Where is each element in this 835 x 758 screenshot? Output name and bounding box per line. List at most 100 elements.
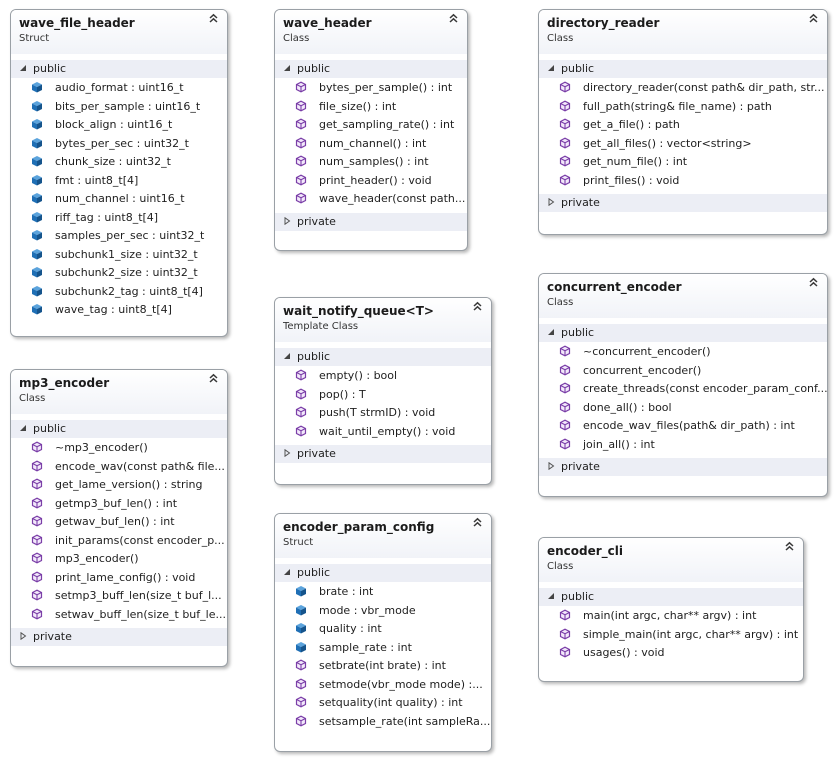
section-public[interactable]: public (539, 588, 803, 606)
class-box-encoder-cli[interactable]: encoder_cli Class public main(int argc, cha… (538, 537, 804, 682)
class-header[interactable]: wait_notify_queue<T> Template Class (275, 298, 491, 342)
class-box-mp3-encoder[interactable]: mp3_encoder Class public ~mp3_encoder() enco… (10, 369, 228, 667)
member-row[interactable]: wave_header(const path... (275, 190, 467, 209)
member-row[interactable]: ~mp3_encoder() (11, 439, 227, 458)
class-header[interactable]: mp3_encoder Class (11, 370, 227, 414)
member-row[interactable]: print_lame_config() : void (11, 569, 227, 588)
member-row[interactable]: fmt : uint8_t[4] (11, 172, 227, 191)
member-row[interactable]: get_a_file() : path (539, 116, 827, 135)
member-row[interactable]: brate : int (275, 583, 491, 602)
triangle-expanded-icon[interactable] (547, 61, 561, 79)
member-row[interactable]: directory_reader(const path& dir_path, s… (539, 79, 827, 98)
member-row[interactable]: bits_per_sample : uint16_t (11, 98, 227, 117)
collapse-icon[interactable] (784, 541, 795, 554)
member-row[interactable]: subchunk1_size : uint32_t (11, 246, 227, 265)
member-row[interactable]: wave_tag : uint8_t[4] (11, 301, 227, 320)
member-row[interactable]: sample_rate : int (275, 639, 491, 658)
member-row[interactable]: setwav_buff_len(size_t buf_le... (11, 606, 227, 625)
class-box-concurrent-encoder[interactable]: concurrent_encoder Class public ~concurrent… (538, 273, 828, 497)
member-row[interactable]: block_align : uint16_t (11, 116, 227, 135)
section-public[interactable]: public (539, 60, 827, 78)
section-private[interactable]: private (275, 445, 491, 463)
member-row[interactable]: setsample_rate(int sampleRa... (275, 713, 491, 732)
triangle-expanded-icon[interactable] (283, 349, 297, 367)
triangle-collapsed-icon[interactable] (19, 629, 33, 647)
member-row[interactable]: get_lame_version() : string (11, 476, 227, 495)
class-header[interactable]: encoder_cli Class (539, 538, 803, 582)
class-header[interactable]: wave_header Class (275, 10, 467, 54)
class-box-encoder-param-config[interactable]: encoder_param_config Struct public brate : … (274, 513, 492, 752)
member-row[interactable]: setbrate(int brate) : int (275, 657, 491, 676)
member-row[interactable]: file_size() : int (275, 98, 467, 117)
member-row[interactable]: quality : int (275, 620, 491, 639)
section-public[interactable]: public (275, 60, 467, 78)
triangle-expanded-icon[interactable] (547, 589, 561, 607)
triangle-expanded-icon[interactable] (547, 325, 561, 343)
class-box-wave-header[interactable]: wave_header Class public bytes_per_sample()… (274, 9, 468, 251)
member-row[interactable]: num_channel : uint16_t (11, 190, 227, 209)
member-row[interactable]: setmode(vbr_mode mode) :... (275, 676, 491, 695)
member-row[interactable]: full_path(string& file_name) : path (539, 98, 827, 117)
member-row[interactable]: print_files() : void (539, 172, 827, 191)
section-private[interactable]: private (275, 212, 467, 232)
member-row[interactable]: pop() : T (275, 386, 491, 405)
triangle-expanded-icon[interactable] (19, 61, 33, 79)
section-public[interactable]: public (275, 348, 491, 366)
member-row[interactable]: getwav_buf_len() : int (11, 513, 227, 532)
member-row[interactable]: init_params(const encoder_p... (11, 532, 227, 551)
collapse-icon[interactable] (808, 13, 819, 26)
member-row[interactable]: create_threads(const encoder_param_conf.… (539, 380, 827, 399)
member-row[interactable]: chunk_size : uint32_t (11, 153, 227, 172)
member-row[interactable]: empty() : bool (275, 367, 491, 386)
section-public[interactable]: public (275, 564, 491, 582)
member-row[interactable]: encode_wav(const path& file... (11, 458, 227, 477)
member-row[interactable]: mp3_encoder() (11, 550, 227, 569)
member-row[interactable]: num_samples() : int (275, 153, 467, 172)
triangle-collapsed-icon[interactable] (547, 195, 561, 213)
member-row[interactable]: bytes_per_sec : uint32_t (11, 135, 227, 154)
member-row[interactable]: get_num_file() : int (539, 153, 827, 172)
section-private[interactable]: private (539, 194, 827, 212)
class-header[interactable]: wave_file_header Struct (11, 10, 227, 54)
member-row[interactable]: done_all() : bool (539, 399, 827, 418)
class-box-wait-notify-queue[interactable]: wait_notify_queue<T> Template Class public… (274, 297, 492, 485)
member-row[interactable]: wait_until_empty() : void (275, 423, 491, 442)
member-row[interactable]: encode_wav_files(path& dir_path) : int (539, 417, 827, 436)
member-row[interactable]: mode : vbr_mode (275, 602, 491, 621)
member-row[interactable]: ~concurrent_encoder() (539, 343, 827, 362)
class-box-wave-file-header[interactable]: wave_file_header Struct public audio_format… (10, 9, 228, 337)
member-row[interactable]: getmp3_buf_len() : int (11, 495, 227, 514)
member-row[interactable]: simple_main(int argc, char** argv) : int (539, 626, 803, 645)
section-public[interactable]: public (11, 60, 227, 78)
section-private[interactable]: private (11, 628, 227, 646)
member-row[interactable]: push(T strmID) : void (275, 404, 491, 423)
member-row[interactable]: setquality(int quality) : int (275, 694, 491, 713)
member-row[interactable]: concurrent_encoder() (539, 362, 827, 381)
section-public[interactable]: public (11, 420, 227, 438)
class-header[interactable]: encoder_param_config Struct (275, 514, 491, 558)
member-row[interactable]: get_all_files() : vector<string> (539, 135, 827, 154)
triangle-collapsed-icon[interactable] (283, 446, 297, 464)
member-row[interactable]: samples_per_sec : uint32_t (11, 227, 227, 246)
triangle-collapsed-icon[interactable] (283, 214, 297, 232)
member-row[interactable]: subchunk2_tag : uint8_t[4] (11, 283, 227, 302)
member-row[interactable]: audio_format : uint16_t (11, 79, 227, 98)
member-row[interactable]: num_channel() : int (275, 135, 467, 154)
collapse-icon[interactable] (448, 13, 459, 26)
collapse-icon[interactable] (208, 13, 219, 26)
triangle-expanded-icon[interactable] (19, 421, 33, 439)
class-header[interactable]: directory_reader Class (539, 10, 827, 54)
member-row[interactable]: riff_tag : uint8_t[4] (11, 209, 227, 228)
triangle-expanded-icon[interactable] (283, 565, 297, 583)
section-private[interactable]: private (539, 458, 827, 476)
member-row[interactable]: subchunk2_size : uint32_t (11, 264, 227, 283)
member-row[interactable]: bytes_per_sample() : int (275, 79, 467, 98)
section-public[interactable]: public (539, 324, 827, 342)
member-row[interactable]: print_header() : void (275, 172, 467, 191)
class-header[interactable]: concurrent_encoder Class (539, 274, 827, 318)
collapse-icon[interactable] (808, 277, 819, 290)
triangle-expanded-icon[interactable] (283, 61, 297, 79)
member-row[interactable]: usages() : void (539, 644, 803, 663)
class-box-directory-reader[interactable]: directory_reader Class public directory_rea… (538, 9, 828, 235)
member-row[interactable]: join_all() : int (539, 436, 827, 455)
